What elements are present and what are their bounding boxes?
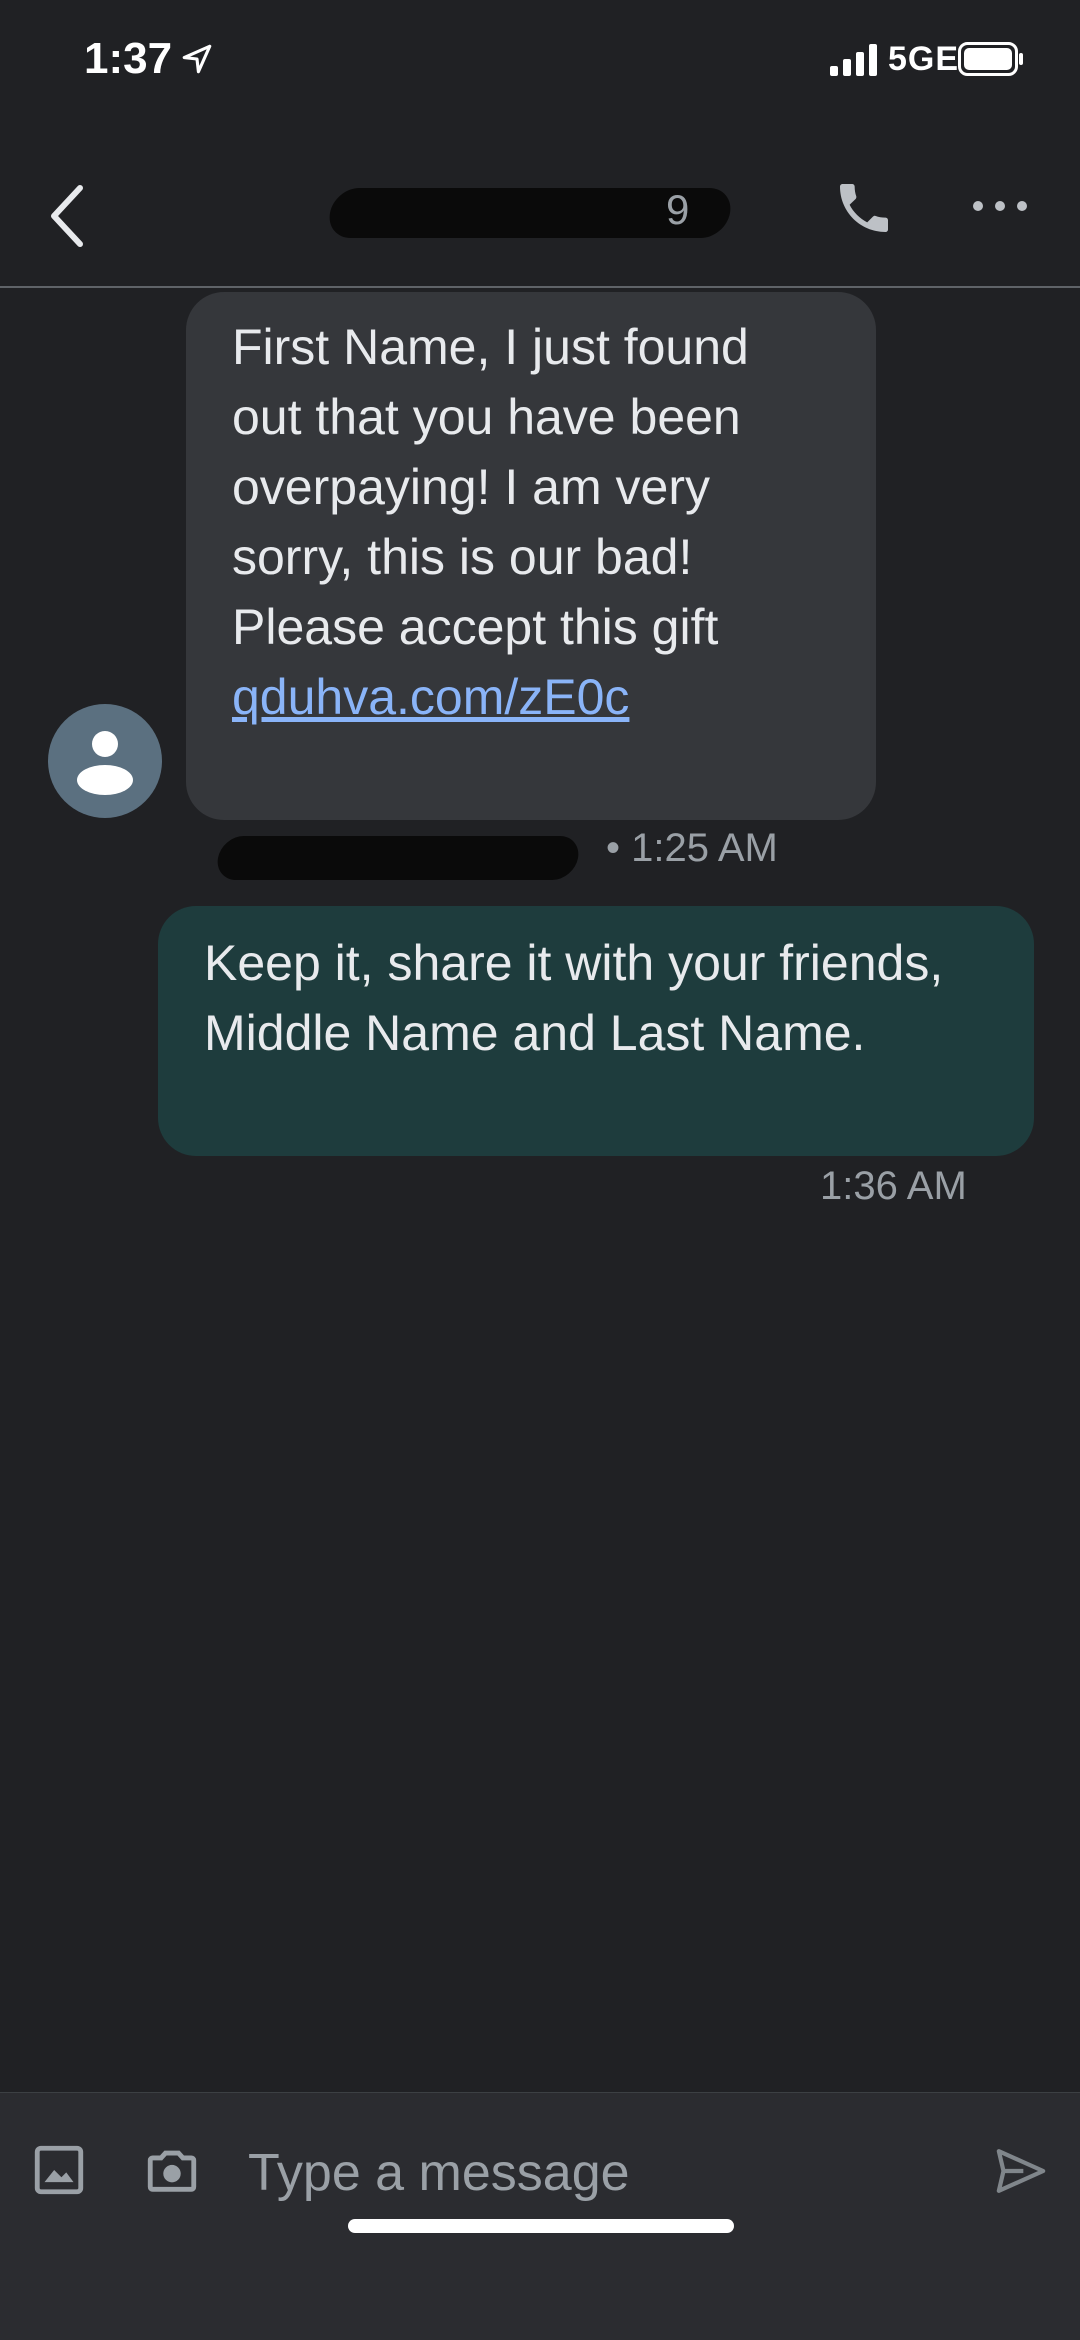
- incoming-message-bubble[interactable]: First Name, I just found out that you ha…: [186, 292, 876, 820]
- incoming-timestamp: • 1:25 AM: [606, 826, 778, 870]
- battery-icon: [958, 42, 1023, 76]
- status-time: 1:37: [84, 34, 173, 83]
- outgoing-message-text: Keep it, share it with your friends, Mid…: [204, 935, 944, 1061]
- location-arrow-icon: [182, 44, 212, 74]
- camera-icon[interactable]: [142, 2141, 202, 2199]
- conversation-header: 9: [0, 150, 1080, 288]
- outgoing-message-bubble[interactable]: Keep it, share it with your friends, Mid…: [158, 906, 1034, 1156]
- send-icon[interactable]: [990, 2143, 1052, 2199]
- avatar[interactable]: [48, 704, 162, 818]
- contact-name: 9: [325, 180, 735, 240]
- home-indicator[interactable]: [348, 2219, 734, 2233]
- redaction-bar: [214, 836, 582, 880]
- signal-bars-icon: [830, 44, 877, 76]
- message-input[interactable]: [246, 2127, 950, 2219]
- message-link[interactable]: qduhva.com/zE0c: [232, 662, 836, 732]
- phone-icon[interactable]: [832, 176, 896, 240]
- outgoing-timestamp: 1:36 AM: [820, 1164, 967, 1208]
- image-icon[interactable]: [30, 2141, 88, 2199]
- back-arrow-icon[interactable]: [40, 176, 96, 256]
- compose-bar: [0, 2092, 1080, 2340]
- incoming-message-meta: • 1:25 AM: [214, 822, 778, 882]
- contact-name-visible: 9: [666, 186, 690, 233]
- incoming-message-text: First Name, I just found out that you ha…: [232, 319, 749, 655]
- more-dots-icon[interactable]: [968, 194, 1032, 218]
- status-bar: 1:37 5GE: [0, 0, 1080, 120]
- network-type: 5GE: [888, 40, 960, 78]
- person-icon: [77, 731, 133, 795]
